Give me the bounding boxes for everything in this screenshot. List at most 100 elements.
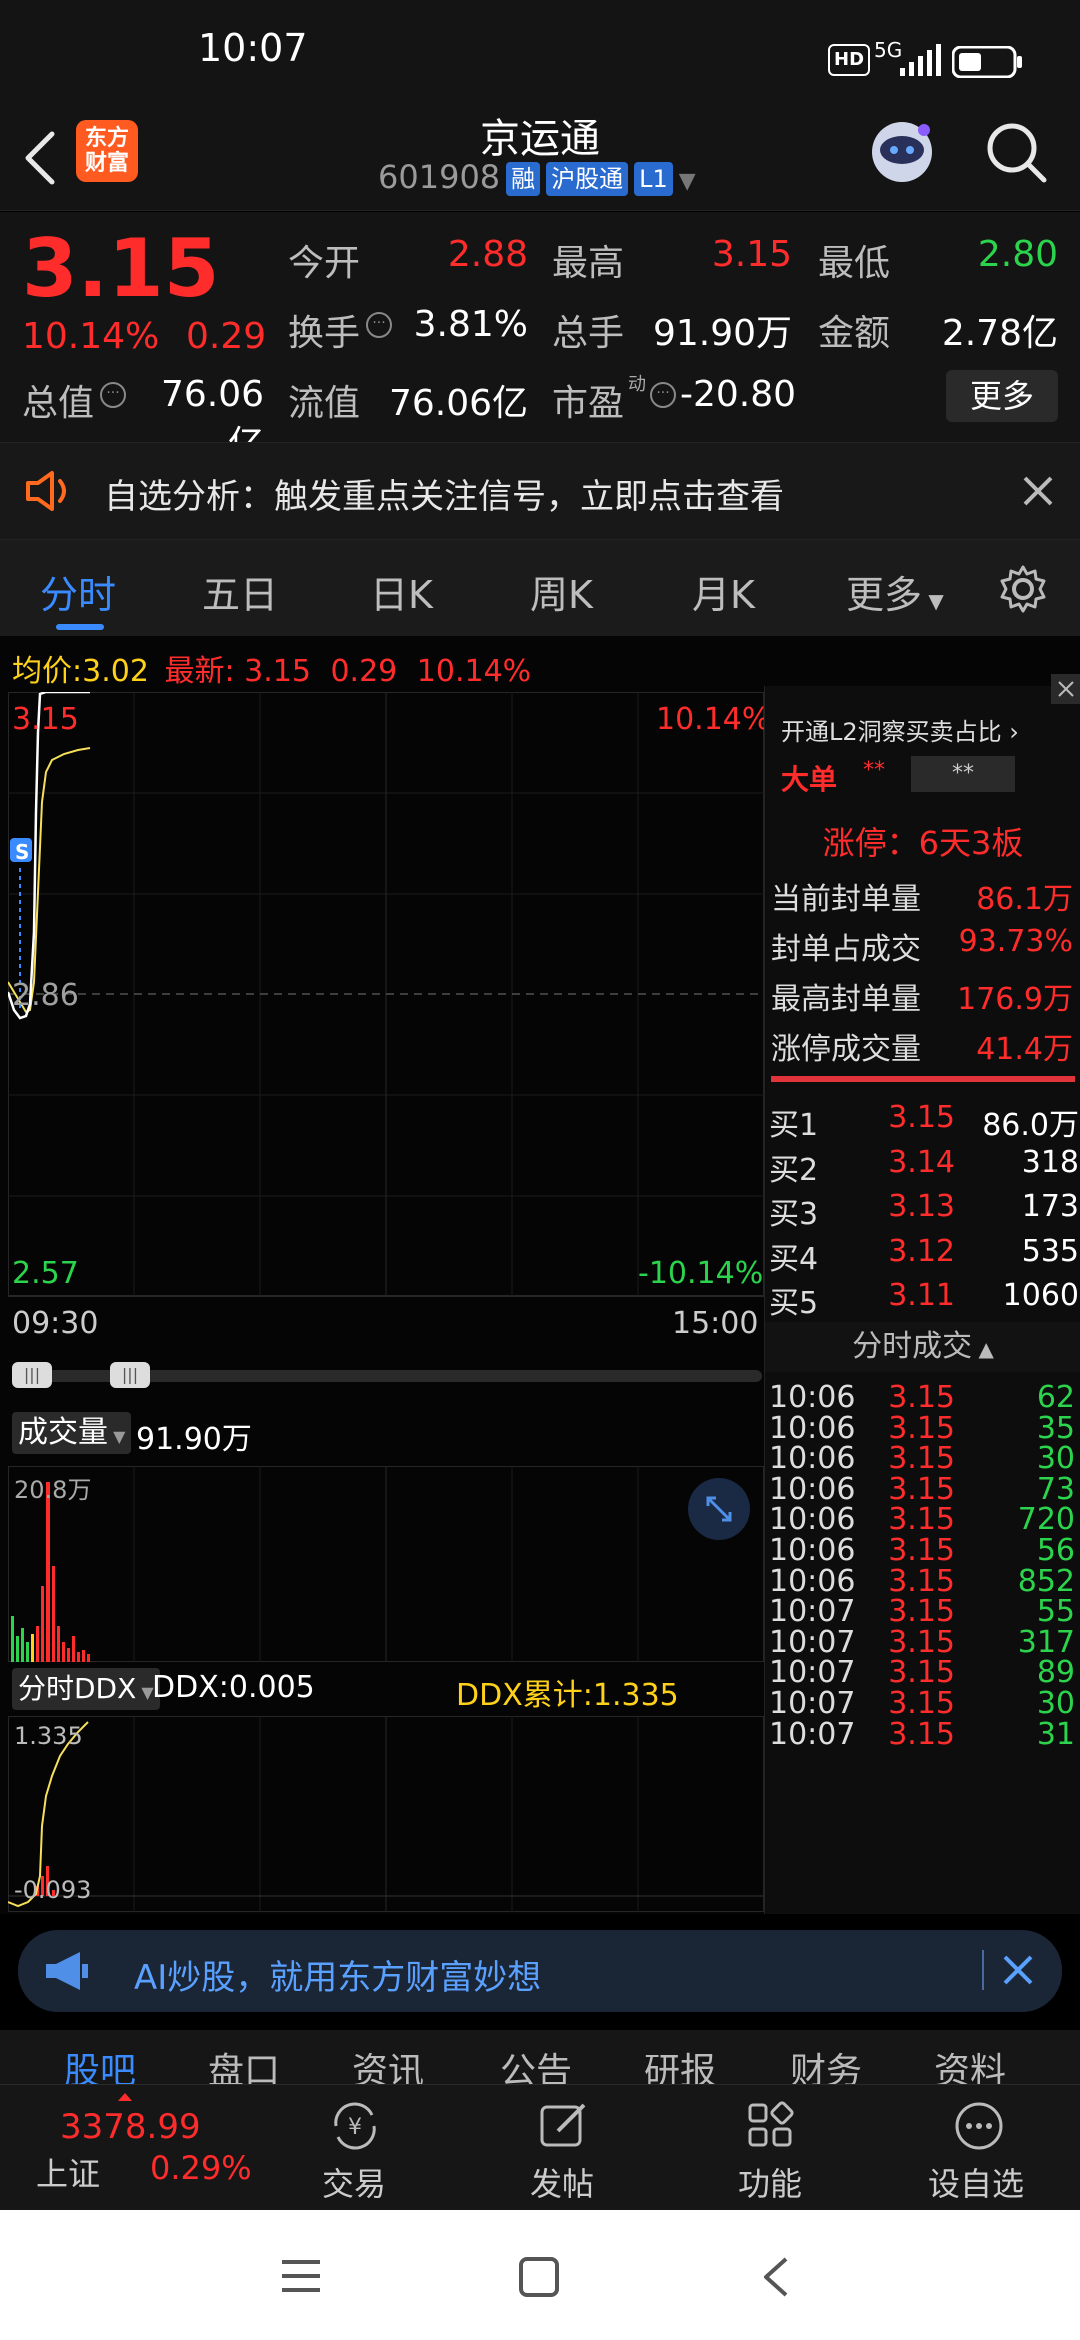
- function-button[interactable]: 功能: [716, 2095, 826, 2205]
- l2-promo[interactable]: 开通L2洞察买卖占比 ›: [781, 712, 1019, 747]
- tab-week-k[interactable]: 周K: [530, 564, 593, 619]
- pct-change: 10.14%: [22, 316, 160, 357]
- more-button[interactable]: 更多: [946, 370, 1058, 422]
- function-label: 功能: [738, 2165, 803, 2203]
- add-watchlist-button[interactable]: 设自选: [918, 2095, 1038, 2205]
- tab-intraday[interactable]: 分时: [40, 564, 116, 619]
- index-value: 3378.99: [60, 2107, 201, 2147]
- alert-banner[interactable]: 自选分析：触发重点关注信号，立即点击查看: [0, 442, 1080, 540]
- ddx-accum: DDX累计:1.335: [456, 1678, 679, 1713]
- latest-pct: 10.14%: [416, 654, 532, 689]
- svg-text:¥: ¥: [348, 2115, 362, 2140]
- trades-header[interactable]: 分时成交 ▲: [765, 1322, 1080, 1372]
- latest-change: 0.29: [330, 654, 398, 689]
- axis-start-time: 09:30: [12, 1306, 99, 1341]
- bid-row[interactable]: 买1 3.15 86.0万: [765, 1100, 1080, 1144]
- tab-finance[interactable]: 财务: [790, 2042, 862, 2084]
- home-icon[interactable]: [518, 2256, 560, 2298]
- axis-end-time: 15:00: [672, 1306, 759, 1341]
- trade-row: 10:06 3.15 30: [765, 1441, 1080, 1476]
- close-icon[interactable]: [1022, 475, 1054, 507]
- volume-label: 总手: [552, 313, 625, 354]
- index-ticker[interactable]: 3378.99 上证 0.29%: [0, 2085, 252, 2211]
- price-chart[interactable]: [8, 692, 764, 1306]
- expand-button[interactable]: [688, 1478, 750, 1540]
- float-label: 流值: [288, 383, 361, 424]
- trade-row: 10:06 3.15 56: [765, 1533, 1080, 1568]
- trade-row: 10:06 3.15 62: [765, 1380, 1080, 1415]
- big-order-sell: **: [911, 756, 1015, 792]
- tab-research[interactable]: 研报: [644, 2042, 716, 2084]
- back-nav-icon[interactable]: [760, 2256, 790, 2298]
- limit-stat-row: 封单占成交 93.73%: [765, 924, 1080, 972]
- close-icon[interactable]: [1002, 1954, 1034, 1986]
- ai-banner[interactable]: AI炒股，就用东方财富妙想: [18, 1930, 1062, 2012]
- info-icon[interactable]: ···: [650, 382, 676, 408]
- limit-stat-row: 最高封单量 176.9万: [765, 974, 1080, 1022]
- tab-indicator: [56, 624, 104, 630]
- info-icon[interactable]: ···: [100, 382, 126, 408]
- axis-bot-pct: -10.14%: [638, 1256, 764, 1291]
- chevron-down-icon[interactable]: ▼: [679, 169, 696, 194]
- gear-icon[interactable]: [998, 564, 1048, 614]
- volume-chart[interactable]: [8, 1466, 764, 1662]
- volume-selector[interactable]: 成交量 ▼: [12, 1412, 132, 1454]
- system-nav-bar: [0, 2210, 1080, 2340]
- tab-more[interactable]: 更多 ▼: [846, 564, 944, 619]
- range-handle-left[interactable]: |||: [12, 1362, 52, 1388]
- battery-icon: [952, 46, 1022, 78]
- trade-label: 交易: [322, 2165, 387, 2203]
- summary-line: 均价:3.02 最新: 3.15 0.29 10.14%: [12, 646, 531, 690]
- grid-icon: [748, 2101, 794, 2147]
- robot-avatar-icon[interactable]: [864, 114, 940, 190]
- ddx-selector[interactable]: 分时DDX ▼: [12, 1668, 160, 1710]
- post-button[interactable]: 发帖: [508, 2095, 618, 2205]
- tab-forum[interactable]: 股吧: [64, 2042, 136, 2084]
- trade-row: 10:06 3.15 852: [765, 1564, 1080, 1599]
- close-icon[interactable]: [1051, 674, 1080, 704]
- hd-icon: HD: [828, 44, 871, 76]
- trade-time: 10:07: [769, 1716, 856, 1752]
- search-icon[interactable]: [984, 120, 1050, 186]
- avg-value: 3.02: [82, 654, 149, 689]
- tab-5day[interactable]: 五日: [202, 564, 278, 619]
- volume-value: 91.90万: [652, 313, 792, 354]
- status-bar: 10:07 HD 5G: [0, 0, 1080, 100]
- menu-icon[interactable]: [280, 2258, 322, 2294]
- bid-row[interactable]: 买4 3.12 535: [765, 1234, 1080, 1278]
- big-order-label: 大单: [781, 763, 838, 796]
- trade-button[interactable]: ¥ 交易: [300, 2095, 410, 2205]
- tab-news[interactable]: 资讯: [352, 2042, 424, 2084]
- ddx-value: DDX:0.005: [152, 1670, 315, 1705]
- bid-row[interactable]: 买3 3.13 173: [765, 1189, 1080, 1233]
- bid-level: 买1: [769, 1108, 819, 1143]
- tab-month-k[interactable]: 月K: [692, 564, 755, 619]
- bid-volume: 86.0万: [982, 1108, 1079, 1143]
- amount-label: 金额: [818, 313, 891, 354]
- stat-label: 封单占成交: [771, 932, 921, 967]
- stat-label: 当前封单量: [771, 882, 921, 917]
- bid-row[interactable]: 买2 3.14 318: [765, 1145, 1080, 1189]
- more-dots-icon: [955, 2102, 1003, 2150]
- bid-volume: 173: [1021, 1189, 1079, 1224]
- tab-profile[interactable]: 资料: [934, 2042, 1006, 2084]
- low-label: 最低: [818, 243, 891, 284]
- bid-row[interactable]: 买5 3.11 1060: [765, 1278, 1080, 1322]
- sell-marker[interactable]: S: [15, 840, 29, 864]
- trade-row: 10:07 3.15 30: [765, 1686, 1080, 1721]
- expand-icon: [706, 1496, 732, 1522]
- bid-price: 3.15: [888, 1100, 955, 1135]
- trade-row: 10:07 3.15 31: [765, 1717, 1080, 1752]
- tab-orderbook[interactable]: 盘口: [208, 2042, 280, 2084]
- tab-day-k[interactable]: 日K: [370, 564, 433, 619]
- axis-bot-price: 2.57: [12, 1256, 79, 1291]
- speaker-icon: [26, 471, 66, 511]
- ddx-axis-bottom: -0.093: [14, 1876, 92, 1904]
- tab-announce[interactable]: 公告: [500, 2042, 572, 2084]
- volume-total: 91.90万: [136, 1422, 252, 1457]
- bid-price: 3.14: [888, 1144, 955, 1180]
- range-handle-right[interactable]: |||: [110, 1362, 150, 1388]
- info-icon[interactable]: ···: [366, 312, 392, 338]
- trade-price: 3.15: [888, 1716, 955, 1752]
- ddx-chart[interactable]: [8, 1716, 764, 1912]
